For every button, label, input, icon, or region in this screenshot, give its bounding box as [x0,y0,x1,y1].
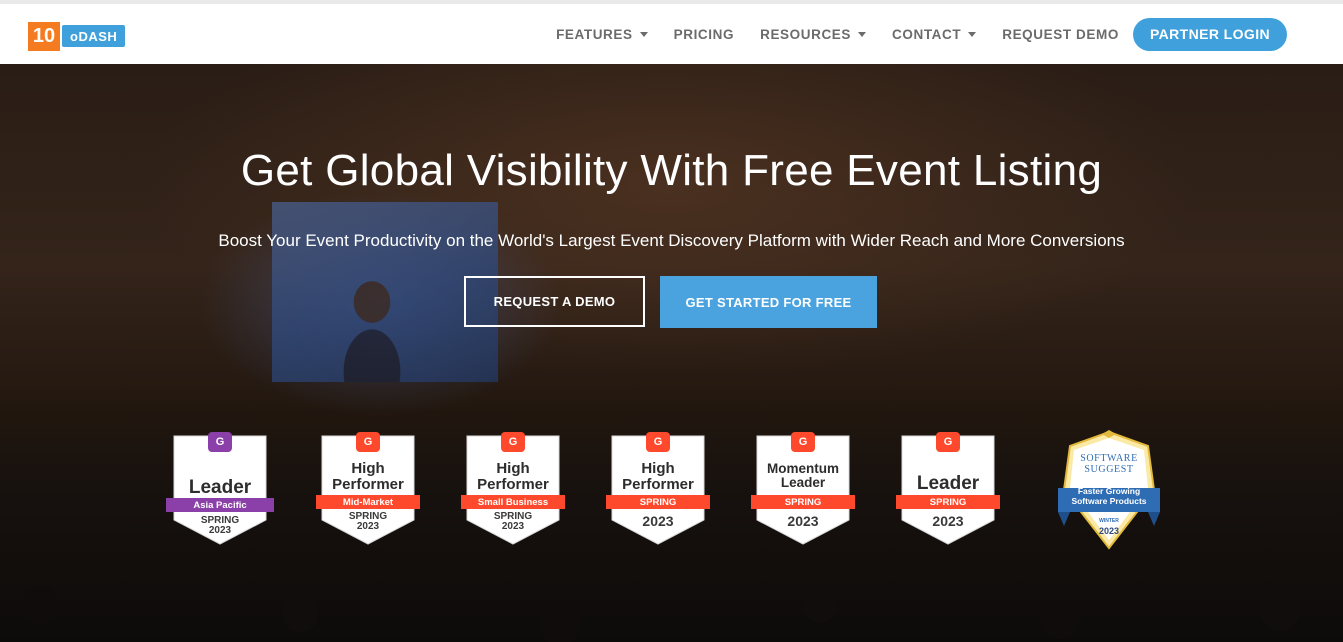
g2-logo-icon: G [356,432,380,452]
request-demo-button[interactable]: REQUEST A DEMO [464,276,645,327]
badge-year: 2023 [501,521,525,532]
top-navbar: 10 oDASH FEATURES PRICING RESOURCES CONT… [0,0,1343,64]
badge-title: High Performer [622,460,694,493]
badge-ribbon: Mid-Market [316,495,420,509]
hero-title: Get Global Visibility With Free Event Li… [240,146,1103,195]
chevron-down-icon [968,31,977,37]
badge-ribbon: SPRING [896,495,1000,509]
badge-title: Leader [188,477,252,498]
hero-section: Get Global Visibility With Free Event Li… [0,64,1343,642]
get-started-free-button[interactable]: GET STARTED FOR FREE [660,276,877,328]
g2-badge-momentum-leader: G Momentum Leader SPRING 2023 [751,432,855,546]
g2-logo-icon: G [208,432,232,452]
nav-item-resources[interactable]: RESOURCES [760,26,867,42]
g2-badge-high-performer-small-business: G High Performer Small Business SPRING 2… [461,432,565,546]
nav-item-label: REQUEST DEMO [1002,26,1119,42]
g2-logo-icon: G [646,432,670,452]
hero-subtitle: Boost Your Event Productivity on the Wor… [218,231,1125,250]
badge-ribbon: Small Business [461,495,565,509]
badge-title: Faster Growing Software Products [1071,486,1147,506]
badge-title: Momentum Leader [767,461,839,491]
nav-item-contact[interactable]: CONTACT [892,26,977,42]
nav-menu: FEATURES PRICING RESOURCES CONTACT REQUE… [530,4,1287,64]
logo-text: oDASH [62,25,126,47]
g2-badge-leader-asia-pacific: G Leader Asia Pacific SPRING 2023 [166,432,274,546]
badge-year: 2023 [208,525,232,536]
nav-item-label: PRICING [673,26,735,42]
nav-item-request-demo[interactable]: REQUEST DEMO [1002,27,1119,42]
badge-season: WINTER [1099,518,1119,524]
nav-item-features[interactable]: FEATURES [556,27,648,42]
logo-line-2: SUGGEST [1084,463,1134,475]
badge-ribbon: SPRING [606,495,710,509]
g2-logo-icon: G [501,432,525,452]
nav-item-label: FEATURES [556,26,633,42]
badge-title: High Performer [477,460,549,493]
nav-item-pricing[interactable]: PRICING [674,27,734,42]
partner-login-button[interactable]: PARTNER LOGIN [1132,17,1287,51]
badge-title: High Performer [332,460,404,493]
g2-badge-leader: G Leader SPRING 2023 [896,432,1000,546]
g2-logo-icon: G [791,432,815,452]
software-suggest-badge: SOFTWARE SUGGEST Faster Growing Software… [1058,430,1160,552]
nav-item-label: CONTACT [892,26,962,42]
g2-badge-high-performer: G High Performer SPRING 2023 [606,432,710,546]
badge-ribbon: Asia Pacific [166,498,274,512]
g2-badge-high-performer-mid-market: G High Performer Mid-Market SPRING 2023 [316,432,420,546]
software-suggest-logo: SOFTWARE SUGGEST [1058,453,1160,475]
background-speaker [332,272,412,382]
badge-year: 2023 [932,513,964,529]
g2-logo-icon: G [936,432,960,452]
nav-item-label: RESOURCES [760,26,852,42]
badge-year: 2023 [356,521,380,532]
chevron-down-icon [858,31,867,37]
badge-year: 2023 [1098,526,1120,536]
logo-line-1: SOFTWARE [1080,453,1138,464]
badge-ribbon: SPRING [751,495,855,509]
badge-title: Leader [916,473,980,494]
logo-number: 10 [28,21,60,51]
badge-year: 2023 [642,513,674,529]
badge-year: 2023 [787,513,819,529]
site-logo[interactable]: 10 oDASH [28,21,126,51]
chevron-down-icon [639,31,648,37]
